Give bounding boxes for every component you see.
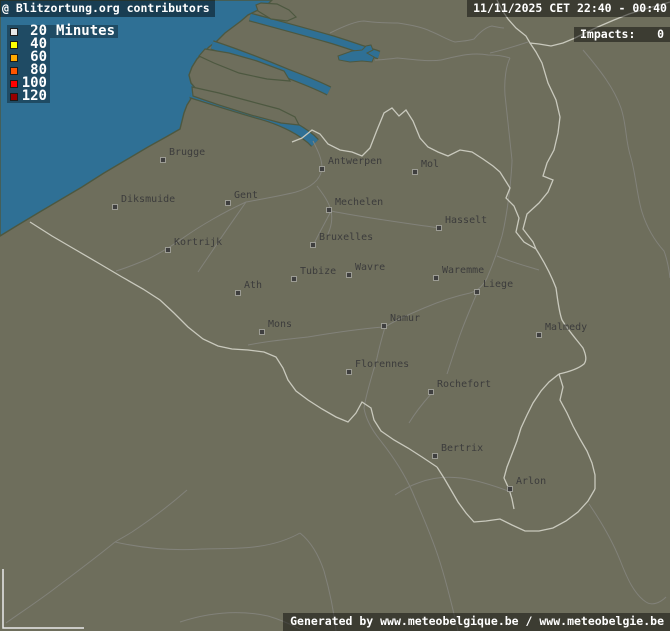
city-marker-arlon xyxy=(507,486,513,492)
legend-minutes-value: 120 xyxy=(20,90,47,103)
city-marker-gent xyxy=(225,200,231,206)
city-label-bruxelles: Bruxelles xyxy=(319,233,373,243)
city-marker-waremme xyxy=(433,275,439,281)
city-label-ath: Ath xyxy=(244,281,262,291)
city-marker-mons xyxy=(259,329,265,335)
attribution-text: @ Blitzortung.org contributors xyxy=(0,0,215,17)
city-label-mechelen: Mechelen xyxy=(335,198,383,208)
city-marker-wavre xyxy=(346,272,352,278)
city-marker-kortrijk xyxy=(165,247,171,253)
legend: 20Minutes406080100120 xyxy=(7,25,118,103)
city-label-tubize: Tubize xyxy=(300,267,336,277)
legend-swatch-icon xyxy=(10,67,18,75)
city-marker-tubize xyxy=(291,276,297,282)
city-marker-florennes xyxy=(346,369,352,375)
city-marker-bruxelles xyxy=(310,242,316,248)
legend-swatch-icon xyxy=(10,54,18,62)
city-marker-brugge xyxy=(160,157,166,163)
city-label-liege: Liege xyxy=(483,280,513,290)
lightning-map-app: Brugge Diksmuide Gent Kortrijk Antwerpen Mol M… xyxy=(0,0,670,631)
city-label-diksmuide: Diksmuide xyxy=(121,195,175,205)
city-marker-rochefort xyxy=(428,389,434,395)
city-label-arlon: Arlon xyxy=(516,477,546,487)
legend-row-120: 120 xyxy=(7,90,50,103)
city-marker-hasselt xyxy=(436,225,442,231)
legend-swatch-icon xyxy=(10,80,18,88)
city-marker-namur xyxy=(381,323,387,329)
city-label-mol: Mol xyxy=(421,160,439,170)
city-marker-mechelen xyxy=(326,207,332,213)
legend-swatch-icon xyxy=(10,28,18,36)
city-label-wavre: Wavre xyxy=(355,263,385,273)
city-marker-bertrix xyxy=(432,453,438,459)
city-label-antwerpen: Antwerpen xyxy=(328,157,382,167)
city-label-waremme: Waremme xyxy=(442,266,484,276)
city-marker-malmedy xyxy=(536,332,542,338)
city-label-hasselt: Hasselt xyxy=(445,216,487,226)
city-marker-diksmuide xyxy=(112,204,118,210)
legend-row-20: 20Minutes xyxy=(7,25,118,38)
impacts-counter: Impacts: 0 xyxy=(574,27,670,42)
legend-swatch-icon xyxy=(10,41,18,49)
city-label-rochefort: Rochefort xyxy=(437,380,491,390)
footer-credit: Generated by www.meteobelgique.be / www.… xyxy=(283,613,670,631)
city-label-gent: Gent xyxy=(234,191,258,201)
city-label-florennes: Florennes xyxy=(355,360,409,370)
city-label-brugge: Brugge xyxy=(169,148,205,158)
city-label-namur: Namur xyxy=(390,314,420,324)
impacts-label: Impacts: xyxy=(580,28,635,41)
city-marker-mol xyxy=(412,169,418,175)
city-marker-ath xyxy=(235,290,241,296)
legend-swatch-icon xyxy=(10,93,18,101)
city-label-kortrijk: Kortrijk xyxy=(174,238,222,248)
city-label-mons: Mons xyxy=(268,320,292,330)
impacts-value: 0 xyxy=(657,28,664,41)
city-marker-antwerpen xyxy=(319,166,325,172)
city-label-malmedy: Malmedy xyxy=(545,323,587,333)
timestamp-text: 11/11/2025 CET 22:40 - 00:40 xyxy=(467,0,670,17)
legend-unit-label: Minutes xyxy=(56,25,115,38)
city-label-bertrix: Bertrix xyxy=(441,444,483,454)
city-marker-liege xyxy=(474,289,480,295)
